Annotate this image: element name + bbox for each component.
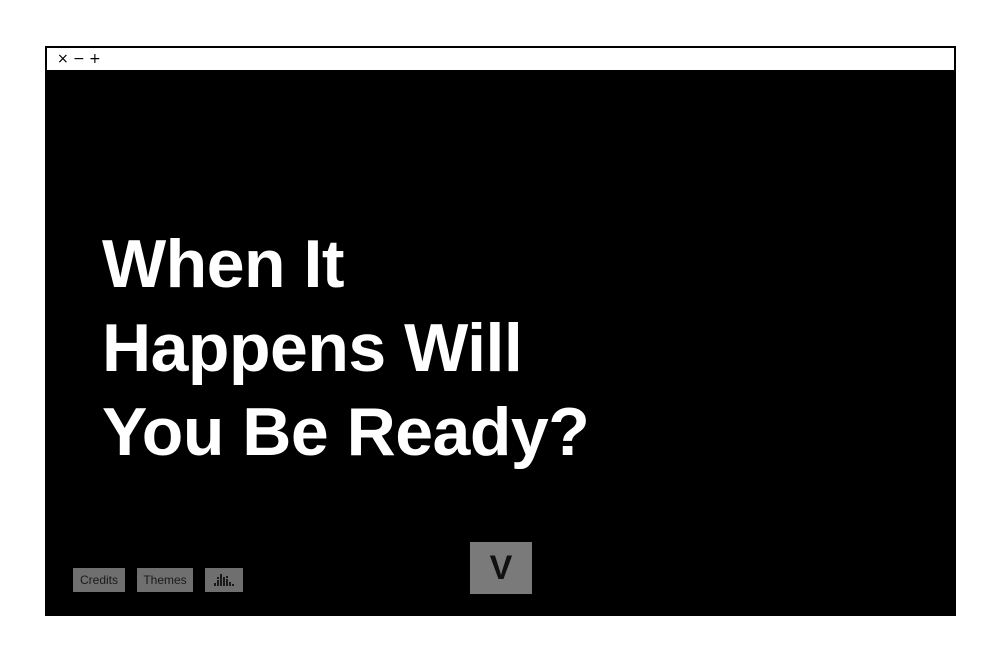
maximize-icon[interactable]: + [89,52,101,66]
minimize-icon[interactable]: − [73,52,85,66]
title-bar: × − + [47,48,954,72]
headline-line-1: When It [102,226,345,302]
bar-chart-icon [214,574,234,586]
v-button[interactable]: V [470,542,532,594]
headline: When It Happens Will You Be Ready? [102,222,590,474]
stats-button[interactable] [205,568,243,592]
main-content: When It Happens Will You Be Ready? Credi… [47,72,954,614]
credits-button[interactable]: Credits [73,568,125,592]
app-window: × − + When It Happens Will You Be Ready?… [45,46,956,616]
headline-line-2: Happens Will [102,310,523,386]
headline-line-3: You Be Ready? [102,394,590,470]
themes-button[interactable]: Themes [137,568,193,592]
close-icon[interactable]: × [57,52,69,66]
